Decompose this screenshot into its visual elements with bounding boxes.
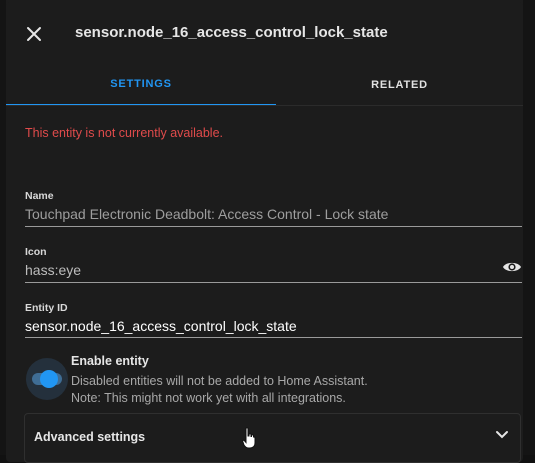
name-field-underline bbox=[25, 226, 522, 227]
advanced-settings-label: Advanced settings bbox=[34, 430, 146, 444]
tab-related[interactable]: RELATED bbox=[276, 64, 523, 106]
toggle-thumb bbox=[40, 370, 58, 388]
icon-field-label: Icon bbox=[25, 246, 47, 258]
name-field-value[interactable]: Touchpad Electronic Deadbolt: Access Con… bbox=[25, 206, 522, 222]
eye-icon bbox=[503, 262, 521, 272]
name-field-label: Name bbox=[25, 190, 54, 202]
background-right bbox=[523, 0, 535, 455]
enable-description-line-2: Note: This might not work yet with all i… bbox=[71, 391, 346, 405]
enable-entity-description: Disabled entities will not be added to H… bbox=[71, 373, 368, 407]
chevron-down-icon bbox=[496, 431, 508, 439]
icon-field-value[interactable]: hass:eye bbox=[25, 262, 522, 278]
close-button[interactable] bbox=[20, 20, 48, 48]
entity-settings-dialog: sensor.node_16_access_control_lock_state… bbox=[6, 2, 523, 463]
entity-id-field-value[interactable]: sensor.node_16_access_control_lock_state bbox=[25, 318, 522, 334]
enable-entity-toggle[interactable] bbox=[26, 358, 68, 400]
dialog-header: sensor.node_16_access_control_lock_state bbox=[6, 2, 523, 64]
dialog-title: sensor.node_16_access_control_lock_state bbox=[75, 24, 388, 41]
entity-id-field-label: Entity ID bbox=[25, 302, 68, 314]
entity-id-field-underline bbox=[25, 337, 522, 338]
entity-id-field[interactable]: Entity ID sensor.node_16_access_control_… bbox=[25, 302, 522, 338]
unavailable-error-message: This entity is not currently available. bbox=[25, 126, 224, 140]
tabs-divider bbox=[6, 105, 523, 106]
name-field[interactable]: Name Touchpad Electronic Deadbolt: Acces… bbox=[25, 190, 522, 227]
tab-settings[interactable]: SETTINGS bbox=[6, 64, 276, 106]
advanced-settings-expander[interactable]: Advanced settings bbox=[24, 413, 521, 463]
icon-field[interactable]: Icon hass:eye bbox=[25, 246, 522, 283]
enable-entity-label: Enable entity bbox=[71, 354, 149, 368]
close-icon bbox=[27, 27, 41, 41]
enable-description-line-1: Disabled entities will not be added to H… bbox=[71, 374, 368, 388]
tab-bar: SETTINGS RELATED bbox=[6, 64, 523, 106]
hand-cursor-icon bbox=[242, 427, 256, 449]
icon-field-underline bbox=[25, 282, 522, 283]
